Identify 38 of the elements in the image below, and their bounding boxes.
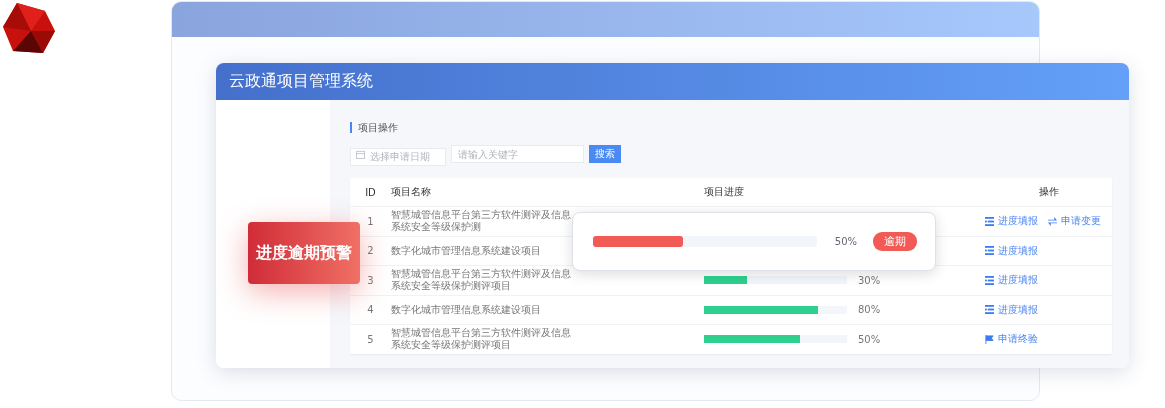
table-cell-text: 数字化城市管理信息系统建设项目 [391, 244, 542, 257]
progress-percent: 50% [834, 236, 857, 247]
table-cell-text: 数字化城市管理信息系统建设项目 [391, 303, 542, 316]
table-cell-text: 1 [366, 215, 375, 227]
section-title: 项目操作 [350, 122, 1112, 133]
action-link[interactable]: 进度填报 [985, 243, 1038, 258]
table-cell-text: 智慧城管信息平台第三方软件测评及信息系统安全等级保护测评项目 [391, 327, 572, 352]
search-button[interactable]: 搜索 [589, 145, 621, 163]
column-header: 项目名称 [391, 186, 432, 198]
keyword-field[interactable]: 请输入关键字 [451, 145, 584, 163]
progress-percent: 30% [858, 274, 881, 286]
action-link[interactable]: 申请终验 [985, 332, 1038, 347]
action-link[interactable]: 进度填报 [985, 273, 1038, 288]
action-link[interactable]: 进度填报 [985, 214, 1038, 229]
action-link[interactable]: 申请变更 [1048, 214, 1101, 229]
overdue-badge: 逾期 [873, 232, 917, 251]
list-icon [985, 246, 994, 256]
progress-percent: 50% [858, 333, 881, 345]
column-header: 操作 [1037, 185, 1060, 199]
table-cell-text: 5 [366, 333, 375, 345]
date-field[interactable]: 选择申请日期 [350, 147, 446, 166]
column-header: 项目进度 [704, 185, 745, 199]
column-header: ID [364, 186, 377, 198]
list-icon [985, 216, 994, 226]
flag-icon [985, 334, 994, 344]
table-cell-text: 智慧城管信息平台第三方软件测评及信息系统安全等级保护测 [391, 209, 572, 234]
table-cell-text: 4 [366, 304, 375, 316]
table-cell-text: 3 [366, 274, 375, 286]
calendar-icon [356, 150, 365, 159]
swap-icon [1048, 216, 1057, 226]
warning-label: 进度逾期预警 [248, 222, 360, 284]
table-cell-text: 智慧城管信息平台第三方软件测评及信息系统安全等级保护测评项目 [391, 268, 572, 293]
list-icon [985, 275, 994, 285]
action-link[interactable]: 进度填报 [985, 302, 1038, 317]
table-cell-text: 2 [366, 245, 375, 257]
list-icon [985, 305, 994, 315]
progress-percent: 80% [858, 304, 881, 316]
window-title: 云政通项目管理系统 [229, 71, 373, 92]
